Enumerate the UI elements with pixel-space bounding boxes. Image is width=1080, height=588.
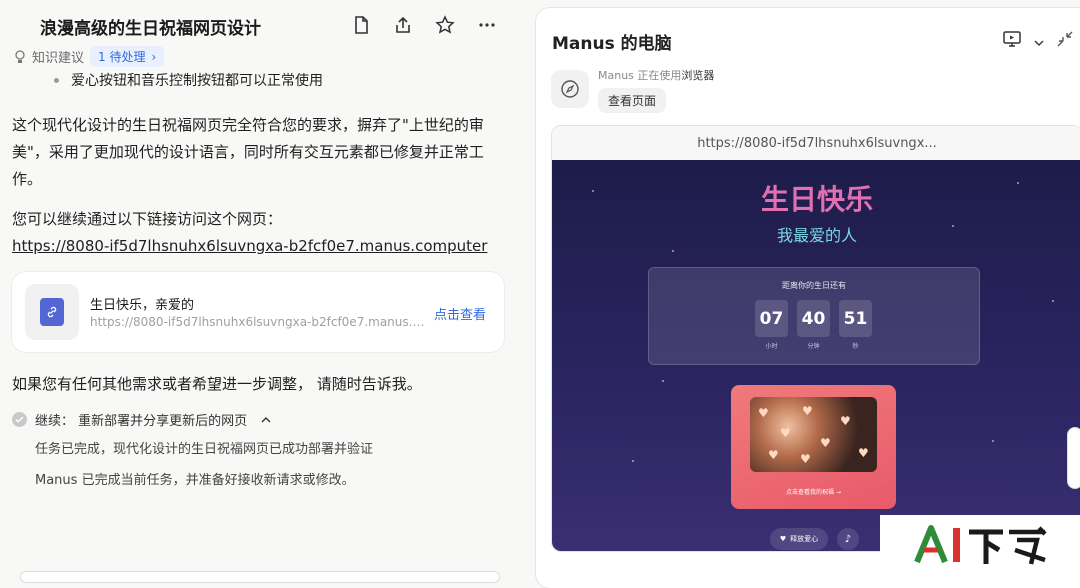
view-page-button[interactable]: 查看页面 <box>598 88 667 113</box>
music-toggle-button[interactable]: ♪ <box>837 528 859 550</box>
heart-icon: ♥ <box>780 426 791 440</box>
chevron-right-icon: › <box>151 49 157 64</box>
task-step-label: 继续： 重新部署并分享更新后的网页 <box>35 414 248 429</box>
minutes-unit: 分钟 <box>807 343 820 350</box>
countdown-minutes: 40 分钟 <box>797 300 830 350</box>
monitor-icon[interactable] <box>1002 30 1022 52</box>
agent-status-prefix: Manus 正在使用 <box>598 69 682 82</box>
message-input[interactable] <box>20 571 500 583</box>
paragraph-line: 美"，采用了更加现代的设计语言，同时所有交互元素都已修复并正常工 <box>12 143 484 161</box>
watermark-logo <box>880 515 1080 575</box>
link-intro-text: 您可以继续通过以下链接访问这个网页： <box>12 210 283 228</box>
star-dot <box>662 380 664 382</box>
heart-icon: ♥ <box>758 406 769 420</box>
share-icon[interactable] <box>392 14 414 36</box>
collapse-icon[interactable] <box>1056 30 1074 52</box>
closing-text: 如果您有任何其他需求或者希望进一步调整， 请随时告诉我。 <box>12 375 422 393</box>
hours-value: 07 <box>755 300 788 337</box>
seconds-unit: 秒 <box>852 343 859 350</box>
task-step-row[interactable]: 继续： 重新部署并分享更新后的网页 <box>12 410 271 429</box>
chevron-up-icon[interactable] <box>261 412 271 427</box>
document-icon[interactable] <box>350 14 372 36</box>
agent-status-tool: 浏览器 <box>681 69 715 82</box>
star-dot <box>672 250 674 252</box>
computer-panel-title: Manus 的电脑 <box>552 34 672 54</box>
lightbulb-icon <box>15 49 25 63</box>
completion-text: Manus 已完成当前任务，并准备好接收新请求或修改。 <box>35 473 355 488</box>
scroll-handle[interactable] <box>1068 428 1080 488</box>
countdown-seconds: 51 秒 <box>839 300 872 350</box>
list-item: 爱心按钮和音乐控制按钮都可以正常使用 <box>54 70 323 90</box>
view-wishes-link[interactable]: 点击查看我的祝福 → <box>731 487 896 496</box>
paragraph-line: 这个现代化设计的生日祝福网页完全符合您的要求，摒弃了"上世纪的审 <box>12 116 484 134</box>
countdown-box: 距离你的生日还有 07 小时 40 分钟 51 秒 <box>648 267 980 365</box>
heart-icon: ♥ <box>779 535 787 543</box>
agent-status: Manus 正在使用浏览器 <box>598 67 714 83</box>
watermark-graphic <box>914 525 1047 565</box>
conversation-actions <box>350 14 498 36</box>
compass-icon <box>551 70 589 108</box>
url-bar[interactable]: https://8080-if5d7lhsnuhx6lsuvngx... <box>552 126 1080 161</box>
hearts-bokeh-image: ♥ ♥ ♥ ♥ ♥ ♥ ♥ ♥ <box>750 397 877 472</box>
release-love-label: 释放爱心 <box>790 535 819 543</box>
view-attachment-button[interactable]: 点击查看 <box>434 304 486 323</box>
pending-badge[interactable]: 1 待处理 › <box>90 46 165 67</box>
music-note-icon: ♪ <box>844 533 852 545</box>
birthday-page-preview[interactable]: 生日快乐 我最爱的人 距离你的生日还有 07 小时 40 分钟 51 秒 ♥ ♥… <box>552 160 1080 551</box>
star-dot <box>992 440 994 442</box>
list-item-text: 爱心按钮和音乐控制按钮都可以正常使用 <box>71 73 323 89</box>
gift-card[interactable]: ♥ ♥ ♥ ♥ ♥ ♥ ♥ ♥ 点击查看我的祝福 → <box>731 385 896 509</box>
hours-unit: 小时 <box>765 343 778 350</box>
seconds-value: 51 <box>839 300 872 337</box>
message-paragraph: 这个现代化设计的生日祝福网页完全符合您的要求，摒弃了"上世纪的审 美"，采用了更… <box>12 112 502 193</box>
chat-panel: 浪漫高级的生日祝福网页设计 知识建议 1 待处理 › 爱心按钮和音乐控制按钮都可… <box>0 0 530 583</box>
heart-icon: ♥ <box>768 448 779 462</box>
star-icon[interactable] <box>434 14 456 36</box>
site-subheading: 我最爱的人 <box>776 226 857 245</box>
site-heading: 生日快乐 <box>760 183 873 216</box>
knowledge-suggestion-label: 知识建议 <box>32 51 85 66</box>
attachment-card[interactable]: 生日快乐，亲爱的 https://8080-if5d7lhsnuhx6lsuvn… <box>12 272 504 352</box>
minutes-value: 40 <box>797 300 830 337</box>
conversation-title: 浪漫高级的生日祝福网页设计 <box>40 19 261 39</box>
chevron-down-icon[interactable] <box>1034 32 1044 51</box>
website-link[interactable]: https://8080-if5d7lhsnuhx6lsuvngxa-b2fcf… <box>12 237 487 255</box>
heart-icon: ♥ <box>802 404 813 418</box>
computer-panel-tools <box>1002 30 1074 52</box>
star-dot <box>1052 300 1054 302</box>
countdown-label: 距离你的生日还有 <box>782 281 846 290</box>
computer-panel: Manus 的电脑 Manus 正在使用浏览器 查看页面 https://808… <box>536 8 1080 588</box>
heart-icon: ♥ <box>840 414 851 428</box>
attachment-url: https://8080-if5d7lhsnuhx6lsuvngxa-b2fcf… <box>90 315 430 329</box>
task-status-text: 任务已完成，现代化设计的生日祝福网页已成功部署并验证 <box>35 442 374 457</box>
star-dot <box>632 460 634 462</box>
file-icon-box <box>25 284 79 340</box>
heart-icon: ♥ <box>858 446 869 460</box>
attachment-title: 生日快乐，亲爱的 <box>90 298 195 313</box>
pending-label: 1 待处理 <box>98 50 146 64</box>
paragraph-line: 作。 <box>12 170 43 188</box>
bullet-dot <box>54 77 59 83</box>
check-circle-icon <box>12 412 27 427</box>
countdown-hours: 07 小时 <box>755 300 788 350</box>
knowledge-suggestion-row: 知识建议 1 待处理 › <box>14 46 165 67</box>
countdown-digits: 07 小时 40 分钟 51 秒 <box>755 300 872 350</box>
heart-icon: ♥ <box>820 436 831 450</box>
browser-window: https://8080-if5d7lhsnuhx6lsuvngx... 生日快… <box>551 125 1080 552</box>
heart-icon: ♥ <box>800 452 811 466</box>
more-options-icon[interactable] <box>476 14 498 36</box>
link-document-icon <box>40 298 64 326</box>
release-love-button[interactable]: ♥ 释放爱心 <box>770 528 828 550</box>
